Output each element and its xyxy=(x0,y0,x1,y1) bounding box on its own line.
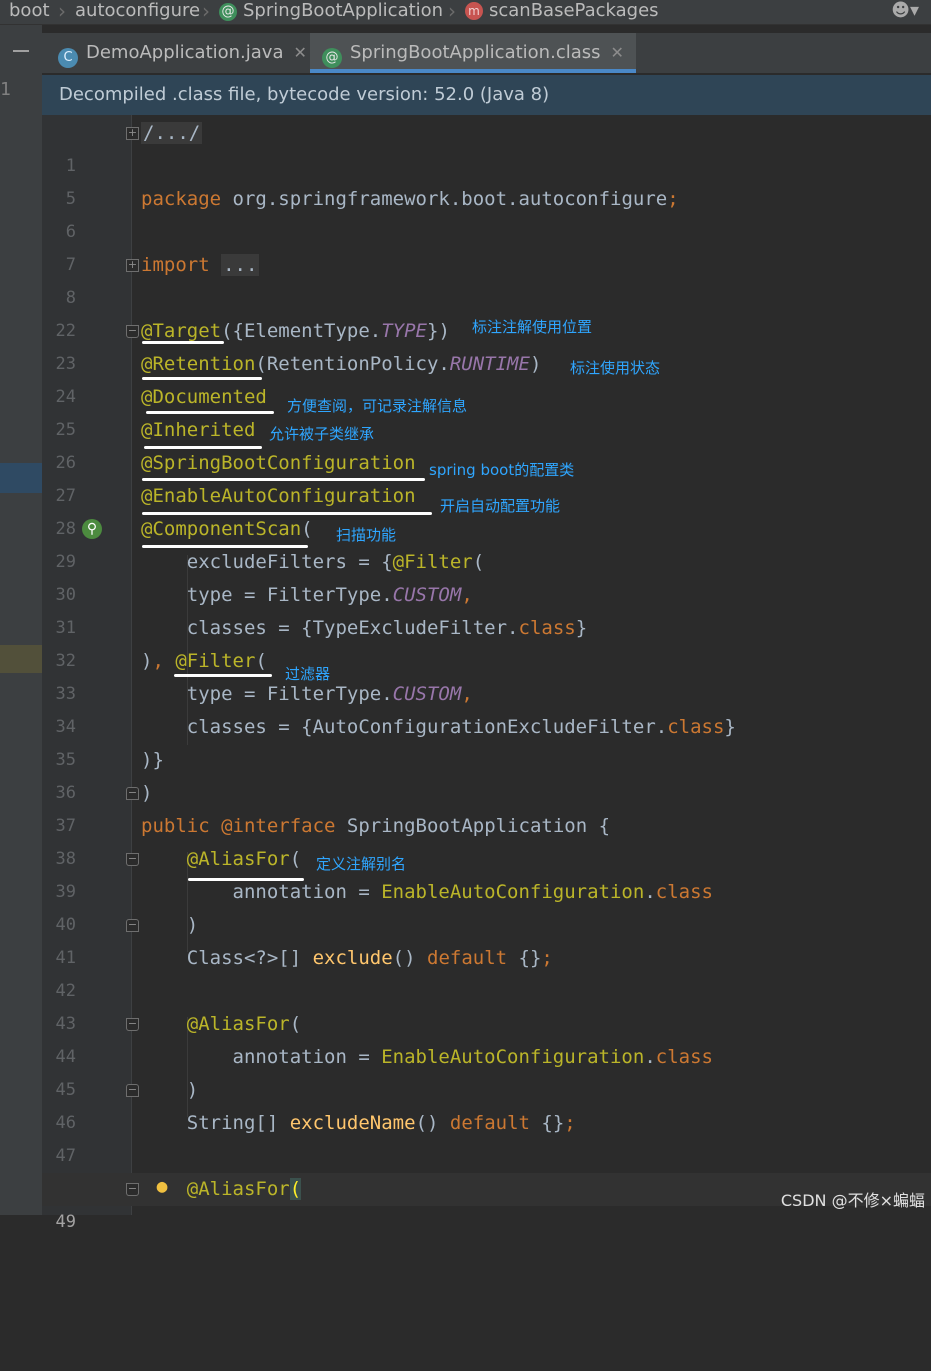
breadcrumb-label: scanBasePackages xyxy=(489,0,659,21)
underline-mark xyxy=(142,512,432,515)
annotation-class-icon: @ xyxy=(322,48,342,68)
code-line: 41 − ) xyxy=(42,909,931,968)
fold-collapse-icon[interactable]: − xyxy=(126,325,139,338)
code-line: 42 Class<?>[] exclude() default {}; xyxy=(42,942,931,1001)
user-icon[interactable]: ☻▾ xyxy=(891,0,919,22)
fold-collapse-icon[interactable]: − xyxy=(126,853,139,866)
code-line: 40 annotation = EnableAutoConfiguration.… xyxy=(42,876,931,935)
code-editor[interactable]: 1 + /.../ 5 6 package org.springframewor… xyxy=(42,115,931,1232)
note-springbootconfiguration: spring boot的配置类 xyxy=(429,461,575,479)
code-line: 45 annotation = EnableAutoConfiguration.… xyxy=(42,1041,931,1100)
underline-mark xyxy=(144,446,262,449)
code-line: 35 classes = {AutoConfigurationExcludeFi… xyxy=(42,711,931,770)
collapsed-region[interactable]: /.../ xyxy=(141,122,203,144)
code-line: 26 @Inherited xyxy=(42,414,931,473)
code-line: 37 − ) xyxy=(42,777,931,836)
close-icon[interactable]: ✕ xyxy=(611,43,624,62)
code-line: 29 ⚲ @ComponentScan( xyxy=(42,513,931,572)
code-line: 22 xyxy=(42,282,931,341)
fold-collapse-icon[interactable]: − xyxy=(126,1084,139,1097)
strip-highlight xyxy=(0,645,42,673)
fold-expand-icon[interactable]: + xyxy=(126,127,139,140)
underline-mark xyxy=(146,411,274,414)
note-filter: 过滤器 xyxy=(285,665,331,683)
code-line: 32 classes = {TypeExcludeFilter.class} xyxy=(42,612,931,671)
code-line: 25 @Documented xyxy=(42,381,931,440)
note-componentscan: 扫描功能 xyxy=(336,526,397,544)
code-line: 30 excludeFilters = {@Filter( xyxy=(42,546,931,605)
fold-expand-icon[interactable]: + xyxy=(126,259,139,272)
code-line: 7 xyxy=(42,216,931,275)
left-tool-strip: 1 xyxy=(0,25,42,1215)
underline-mark xyxy=(142,478,425,481)
strip-line-number: 1 xyxy=(0,79,11,100)
collapsed-imports[interactable]: ... xyxy=(221,254,260,276)
code-line: 31 type = FilterType.CUSTOM, xyxy=(42,579,931,638)
minimize-icon[interactable] xyxy=(13,50,29,52)
tab-demoapplication[interactable]: C DemoApplication.java ✕ xyxy=(58,33,315,73)
note-aliasfor: 定义注解别名 xyxy=(316,855,407,873)
tab-label: DemoApplication.java xyxy=(86,42,284,63)
code-line: 44 − @AliasFor( xyxy=(42,1008,931,1067)
underline-mark xyxy=(142,545,308,548)
code-line: 43 xyxy=(42,975,931,1034)
code-line: 8 + import ... xyxy=(42,249,931,308)
line-number: 49 xyxy=(55,1212,76,1232)
underline-mark xyxy=(174,674,272,677)
close-icon[interactable]: ✕ xyxy=(294,43,307,62)
breadcrumb: boot › autoconfigure › @ SpringBootApplic… xyxy=(0,0,931,25)
note-inherited: 允许被子类继承 xyxy=(269,425,375,443)
code-line: 39 − @AliasFor( xyxy=(42,843,931,902)
code-line: 48 xyxy=(42,1140,931,1199)
underline-mark xyxy=(142,377,262,380)
note-target: 标注注解使用位置 xyxy=(472,318,593,336)
breadcrumb-separator: › xyxy=(448,0,456,23)
tab-label: SpringBootApplication.class xyxy=(350,42,601,63)
fold-collapse-icon[interactable]: − xyxy=(126,919,139,932)
note-enableautoconfiguration: 开启自动配置功能 xyxy=(440,497,561,515)
java-class-icon: C xyxy=(58,48,78,68)
strip-highlight xyxy=(0,463,42,493)
breadcrumb-item-autoconfigure[interactable]: autoconfigure xyxy=(75,0,200,22)
code-line: 36 )} xyxy=(42,744,931,803)
breadcrumb-label: SpringBootApplication xyxy=(243,0,444,21)
breadcrumb-item-springbootapplication[interactable]: @ SpringBootApplication xyxy=(219,0,443,22)
method-icon: m xyxy=(465,2,483,20)
code-line: 34 type = FilterType.CUSTOM, xyxy=(42,678,931,737)
breadcrumb-item-scanbasepackages[interactable]: m scanBasePackages xyxy=(465,0,659,22)
editor-tab-bar: C DemoApplication.java ✕ @ SpringBootApplic… xyxy=(42,33,931,73)
underline-mark xyxy=(188,878,304,881)
banner-text: Decompiled .class file, bytecode version… xyxy=(59,84,550,105)
watermark: CSDN @不修×蝙蝠 xyxy=(780,1191,925,1210)
breadcrumb-separator: › xyxy=(202,0,210,23)
decompiled-banner: Decompiled .class file, bytecode version… xyxy=(42,75,931,115)
code-line: 6 package org.springframework.boot.autoc… xyxy=(42,183,931,242)
fold-collapse-icon[interactable]: − xyxy=(126,1183,139,1196)
tab-springbootapplication[interactable]: @ SpringBootApplication.class ✕ xyxy=(310,33,636,73)
fold-collapse-icon[interactable]: − xyxy=(126,1018,139,1031)
spring-bean-icon[interactable]: ⚲ xyxy=(82,519,102,539)
annotation-icon: @ xyxy=(219,3,237,21)
breadcrumb-item-boot[interactable]: boot xyxy=(9,0,50,22)
underline-mark xyxy=(142,341,224,344)
code-line: 38 public @interface SpringBootApplicati… xyxy=(42,810,931,869)
code-line: 46 − ) xyxy=(42,1074,931,1133)
note-retention: 标注使用状态 xyxy=(570,359,661,377)
fold-collapse-icon[interactable]: − xyxy=(126,787,139,800)
code-line: 5 xyxy=(42,150,931,209)
note-documented: 方便查阅，可记录注解信息 xyxy=(287,397,468,415)
breadcrumb-separator: › xyxy=(58,0,66,23)
code-line: 47 String[] excludeName() default {}; xyxy=(42,1107,931,1166)
code-line: 1 + /.../ xyxy=(42,117,931,176)
